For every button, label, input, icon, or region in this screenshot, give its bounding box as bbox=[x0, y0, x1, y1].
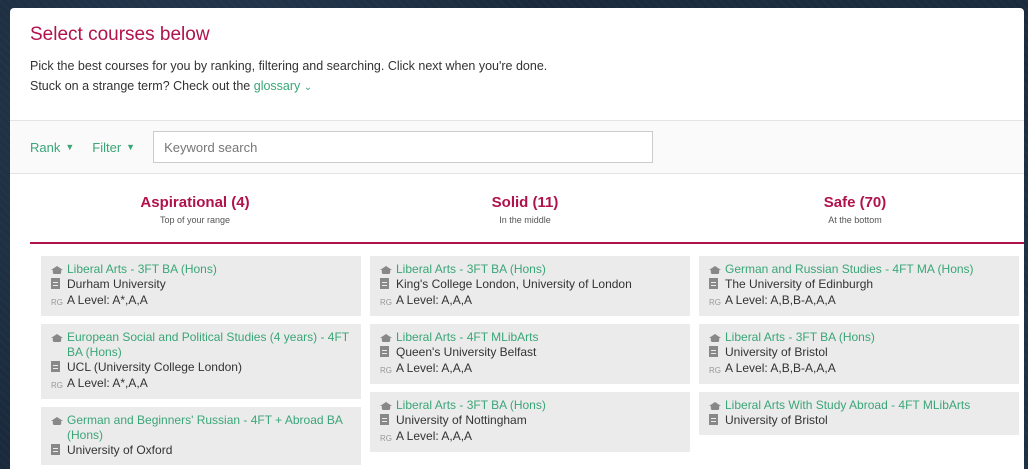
graduation-cap-icon bbox=[380, 398, 396, 413]
course-card[interactable]: German and Beginners' Russian - 4FT + Ab… bbox=[41, 407, 361, 465]
course-card[interactable]: German and Russian Studies - 4FT MA (Hon… bbox=[699, 256, 1019, 316]
course-name: Liberal Arts With Study Abroad - 4FT MLi… bbox=[725, 398, 971, 412]
building-icon bbox=[709, 413, 725, 429]
rg-badge: RG bbox=[380, 298, 392, 307]
university-name: UCL (University College London) bbox=[67, 360, 242, 374]
building-icon bbox=[380, 345, 396, 361]
graduation-cap-icon bbox=[380, 262, 396, 277]
filter-label: Filter bbox=[92, 139, 122, 155]
rg-badge: RG bbox=[380, 366, 392, 375]
course-name: Liberal Arts - 3FT BA (Hons) bbox=[396, 398, 546, 412]
chevron-down-icon[interactable]: ⌄ bbox=[304, 82, 312, 93]
rg-badge: RG bbox=[51, 298, 63, 307]
graduation-cap-icon bbox=[709, 398, 725, 413]
instructions-text: Pick the best courses for you by ranking… bbox=[30, 59, 548, 73]
entry-requirement: A Level: A,A,A bbox=[396, 293, 473, 307]
course-name: Liberal Arts - 4FT MLibArts bbox=[396, 330, 539, 344]
column-subtitle: Top of your range bbox=[159, 215, 231, 225]
graduation-cap-icon bbox=[51, 262, 67, 277]
course-card[interactable]: Liberal Arts - 3FT BA (Hons) University … bbox=[370, 392, 690, 452]
graduation-cap-icon bbox=[51, 413, 67, 428]
course-card[interactable]: Liberal Arts - 4FT MLibArts Queen's Univ… bbox=[370, 324, 690, 384]
university-name: University of Bristol bbox=[725, 413, 828, 427]
column-header-aspirational: Aspirational (4) Top of your range bbox=[30, 194, 360, 242]
keyword-search-input[interactable] bbox=[153, 131, 654, 163]
course-grid: Liberal Arts - 3FT BA (Hons) Durham Univ… bbox=[10, 244, 1024, 465]
rg-badge: RG bbox=[380, 434, 392, 443]
graduation-cap-icon bbox=[709, 330, 725, 345]
column-headers: Aspirational (4) Top of your range Solid… bbox=[10, 174, 1024, 242]
rg-badge: RG bbox=[709, 298, 721, 307]
entry-requirement: A Level: A*,A,A bbox=[67, 293, 148, 307]
glossary-link[interactable]: glossary bbox=[254, 79, 301, 93]
column-subtitle: In the middle bbox=[499, 215, 551, 225]
graduation-cap-icon bbox=[51, 330, 67, 345]
glossary-hint-text: Stuck on a strange term? Check out the bbox=[30, 79, 251, 93]
building-icon bbox=[51, 277, 67, 293]
university-name: University of Oxford bbox=[67, 443, 173, 457]
entry-requirement: A Level: A,A,A bbox=[396, 429, 473, 443]
intro-section: Select courses below Pick the best cours… bbox=[10, 8, 1024, 120]
course-card[interactable]: European Social and Political Studies (4… bbox=[41, 324, 361, 399]
rg-badge: RG bbox=[51, 381, 63, 390]
column-aspirational: Liberal Arts - 3FT BA (Hons) Durham Univ… bbox=[41, 256, 361, 465]
course-card[interactable]: Liberal Arts - 3FT BA (Hons) University … bbox=[699, 324, 1019, 384]
rg-badge: RG bbox=[709, 366, 721, 375]
course-name: Liberal Arts - 3FT BA (Hons) bbox=[67, 262, 217, 276]
course-card[interactable]: Liberal Arts - 3FT BA (Hons) King's Coll… bbox=[370, 256, 690, 316]
filter-dropdown[interactable]: Filter ▼ bbox=[92, 140, 135, 155]
course-card[interactable]: Liberal Arts - 3FT BA (Hons) Durham Univ… bbox=[41, 256, 361, 316]
building-icon bbox=[709, 345, 725, 361]
entry-requirement: A Level: A*,A,A bbox=[67, 376, 148, 390]
page-title: Select courses below bbox=[30, 24, 210, 45]
university-name: University of Nottingham bbox=[396, 413, 527, 427]
column-header-safe: Safe (70) At the bottom bbox=[690, 194, 1020, 242]
building-icon bbox=[51, 443, 67, 459]
column-title: Aspirational (4) bbox=[140, 194, 250, 211]
column-subtitle: At the bottom bbox=[828, 215, 882, 225]
graduation-cap-icon bbox=[709, 262, 725, 277]
course-name: German and Beginners' Russian - 4FT + Ab… bbox=[67, 413, 343, 442]
entry-requirement: A Level: A,B,B-A,A,A bbox=[725, 293, 836, 307]
column-header-solid: Solid (11) In the middle bbox=[360, 194, 690, 242]
rank-dropdown[interactable]: Rank ▼ bbox=[30, 140, 74, 155]
column-title: Safe (70) bbox=[823, 194, 887, 211]
course-name: Liberal Arts - 3FT BA (Hons) bbox=[396, 262, 546, 276]
university-name: The University of Edinburgh bbox=[725, 277, 874, 291]
column-safe: German and Russian Studies - 4FT MA (Hon… bbox=[699, 256, 1019, 465]
building-icon bbox=[380, 277, 396, 293]
course-selection-panel: Select courses below Pick the best cours… bbox=[10, 8, 1024, 469]
course-name: Liberal Arts - 3FT BA (Hons) bbox=[725, 330, 875, 344]
building-icon bbox=[380, 413, 396, 429]
column-title: Solid (11) bbox=[491, 194, 559, 211]
course-name: German and Russian Studies - 4FT MA (Hon… bbox=[725, 262, 974, 276]
building-icon bbox=[51, 360, 67, 376]
glossary-hint: Stuck on a strange term? Check out the g… bbox=[30, 76, 1004, 98]
entry-requirement: A Level: A,A,A bbox=[396, 361, 473, 375]
toolbar: Rank ▼ Filter ▼ bbox=[10, 120, 1024, 174]
course-name: European Social and Political Studies (4… bbox=[67, 330, 349, 359]
entry-requirement: A Level: A,B,B-A,A,A bbox=[725, 361, 836, 375]
university-name: Durham University bbox=[67, 277, 166, 291]
graduation-cap-icon bbox=[380, 330, 396, 345]
building-icon bbox=[709, 277, 725, 293]
university-name: University of Bristol bbox=[725, 345, 828, 359]
course-card[interactable]: Liberal Arts With Study Abroad - 4FT MLi… bbox=[699, 392, 1019, 435]
university-name: Queen's University Belfast bbox=[396, 345, 537, 359]
rank-label: Rank bbox=[30, 139, 61, 155]
caret-down-icon: ▼ bbox=[126, 142, 136, 152]
caret-down-icon: ▼ bbox=[65, 142, 75, 152]
column-solid: Liberal Arts - 3FT BA (Hons) King's Coll… bbox=[370, 256, 690, 465]
university-name: King's College London, University of Lon… bbox=[396, 277, 632, 291]
